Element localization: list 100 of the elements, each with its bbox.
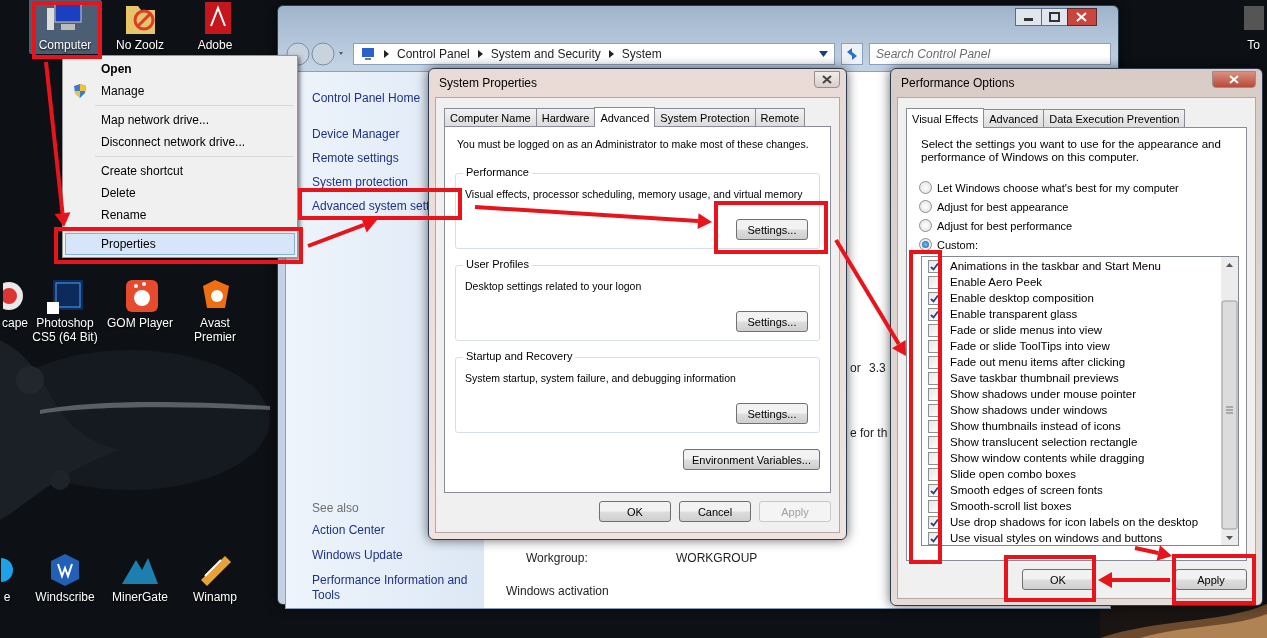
checkbox-label: Enable transparent glass [950, 307, 1078, 321]
breadcrumb[interactable]: Control Panel [397, 47, 470, 61]
checkbox-label: Fade out menu items after clicking [950, 355, 1126, 369]
checkbox-label: Show shadows under mouse pointer [950, 387, 1137, 401]
window-controls[interactable] [1015, 8, 1097, 26]
notice-text: You must be logged on as an Administrator to make most of these changes. [457, 137, 809, 151]
icon-label: e [3, 590, 11, 604]
search-field[interactable]: Search Control Panel [869, 43, 1111, 65]
desktop-icon[interactable]: Avast Premier [179, 276, 251, 346]
see-also-link[interactable]: Performance Information and Tools [312, 573, 482, 603]
desktop-icon[interactable]: cape [0, 276, 30, 332]
arrow [1098, 572, 1170, 588]
radio-button[interactable] [919, 200, 932, 213]
breadcrumb[interactable]: System and Security [490, 47, 601, 61]
radio-label: Adjust for best appearance [937, 199, 1069, 214]
tab[interactable]: Advanced [594, 107, 656, 127]
icon-label: Adobe [197, 38, 233, 52]
menu-item[interactable]: Delete [65, 182, 295, 204]
checkbox-label: Enable desktop composition [950, 291, 1094, 305]
tab[interactable]: Visual Effects [906, 108, 985, 128]
checkbox-label: Show translucent selection rectangle [950, 435, 1138, 449]
dialog-title: System Properties [438, 76, 538, 90]
arrow [307, 217, 377, 248]
checkbox-label: Fade or slide ToolTips into view [950, 339, 1110, 353]
icon-label: Winamp [193, 590, 237, 604]
group-description: Desktop settings related to your logon [465, 279, 642, 293]
menu-item[interactable]: Open [65, 58, 295, 80]
tab[interactable]: Advanced [983, 109, 1045, 127]
highlight-frame [32, 1, 102, 59]
see-also-link[interactable]: Windows Update [312, 548, 482, 563]
checkbox-label: Show window contents while dragging [950, 451, 1145, 465]
checkbox-label: Animations in the taskbar and Start Menu [950, 259, 1161, 273]
dialog-button[interactable]: Apply [1175, 569, 1247, 590]
menu-item[interactable]: Manage [65, 80, 295, 102]
radio-button[interactable] [919, 219, 932, 232]
icon-label: Windscribe [35, 590, 95, 604]
dialog-button[interactable]: OK [1022, 569, 1094, 590]
checkbox-label: Use drop shadows for icon labels on the desktop [950, 515, 1199, 529]
close-button[interactable] [1212, 70, 1256, 88]
processor-text: or [850, 361, 861, 375]
refresh-icon[interactable] [841, 43, 863, 65]
desktop-icon[interactable]: No Zoolz [104, 0, 176, 54]
checkbox-label: Smooth edges of screen fonts [950, 483, 1103, 497]
tab[interactable]: Data Execution Prevention [1043, 109, 1186, 127]
icon-label: No Zoolz [116, 38, 164, 52]
group-title: Startup and Recovery [463, 350, 576, 362]
icon-label: cape [2, 316, 28, 330]
radio-label: Custom: [937, 237, 978, 252]
dialog-button[interactable]: OK [599, 501, 671, 522]
computer-icon [360, 47, 376, 61]
dialog-button[interactable]: Cancel [679, 501, 751, 522]
menu-item[interactable]: Create shortcut [65, 160, 295, 182]
desktop-icon[interactable]: MinerGate [104, 550, 176, 606]
workgroup-label: Workgroup: [526, 551, 588, 565]
checkmark-icon [930, 261, 939, 271]
close-icon [1229, 74, 1239, 84]
environment-variables-button[interactable]: Environment Variables... [682, 449, 820, 470]
radio-button[interactable] [919, 181, 932, 194]
desktop-icon[interactable]: To [1240, 0, 1267, 54]
desktop-icon[interactable]: GOM Player [104, 276, 176, 332]
dropdown-icon[interactable] [819, 51, 828, 57]
icon-label: Photoshop CS5 (64 Bit) [31, 316, 99, 344]
tab[interactable]: Remote [754, 108, 806, 126]
icon-label: Avast Premier [193, 316, 237, 344]
dialog-title: Performance Options [900, 76, 1015, 90]
menu-item[interactable]: Properties [65, 233, 295, 255]
desktop-icon[interactable]: Windscribe [29, 550, 101, 606]
icon-label: To [1247, 38, 1260, 52]
group-description: System startup, system failure, and debugging information [465, 371, 736, 385]
menu-item[interactable]: Disconnect network drive... [65, 131, 295, 153]
desktop-icon[interactable]: Adobe [179, 0, 251, 54]
icon-label: GOM Player [107, 316, 173, 330]
menu-item[interactable]: Map network drive... [65, 109, 295, 131]
desktop-icon[interactable]: e [0, 550, 14, 606]
checkbox-label: Slide open combo boxes [950, 467, 1076, 481]
desktop-icon[interactable]: Computer [29, 0, 101, 54]
checkbox-label: Save taskbar thumbnail previews [950, 371, 1119, 385]
processor-value: 3.3 [869, 361, 886, 375]
address-bar[interactable]: Control Panel System and Security System [353, 43, 835, 65]
group-title: User Profiles [463, 258, 532, 270]
rating-text: e for th [850, 426, 888, 440]
close-button[interactable] [814, 70, 840, 88]
see-also-heading: See also [312, 500, 360, 517]
checkbox-label: Smooth-scroll list boxes [950, 499, 1072, 513]
tab[interactable]: Hardware [535, 108, 596, 126]
settings-button[interactable]: Settings... [736, 311, 808, 332]
menu-item[interactable]: Rename [65, 204, 295, 226]
radio-label: Adjust for best performance [937, 218, 1073, 233]
desktop-icon[interactable]: Winamp [179, 550, 251, 606]
desktop-icon[interactable]: Photoshop CS5 (64 Bit) [29, 276, 101, 346]
breadcrumb[interactable]: System [621, 47, 662, 61]
scrollbar[interactable] [1221, 257, 1238, 545]
checkbox-label: Show shadows under windows [950, 403, 1108, 417]
settings-button[interactable]: Settings... [736, 403, 808, 424]
tab[interactable]: Computer Name [444, 108, 537, 126]
checkbox-label: Use visual styles on windows and buttons [950, 531, 1163, 545]
workgroup-value: WORKGROUP [676, 551, 758, 565]
app-icon [45, 278, 85, 314]
tab[interactable]: System Protection [654, 108, 756, 126]
settings-button[interactable]: Settings... [736, 219, 808, 240]
